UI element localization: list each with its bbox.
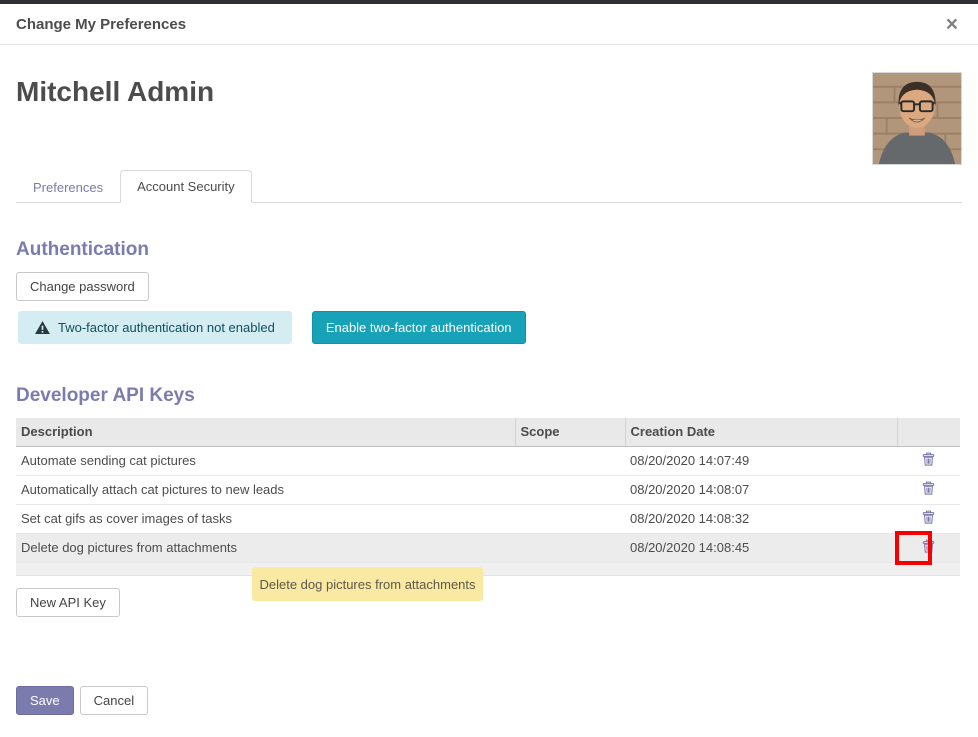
delete-key-button[interactable] <box>918 508 939 529</box>
table-header-row: Description Scope Creation Date <box>16 418 960 446</box>
page-title: Mitchell Admin <box>16 76 962 108</box>
enable-twofa-button[interactable]: Enable two-factor authentication <box>312 311 526 344</box>
cell-description: Set cat gifs as cover images of tasks <box>16 504 515 533</box>
modal-body: Mitchell Admin Preferences Account Secur… <box>0 76 978 715</box>
api-key-row[interactable]: Set cat gifs as cover images of tasks 08… <box>16 504 960 533</box>
cell-description: Automate sending cat pictures <box>16 446 515 475</box>
table-filler-row <box>16 562 960 575</box>
column-header-creation-date[interactable]: Creation Date <box>625 418 897 446</box>
modal-title: Change My Preferences <box>16 16 186 33</box>
cell-scope <box>515 504 625 533</box>
cell-description: Delete dog pictures from attachments <box>16 533 515 562</box>
cell-description: Automatically attach cat pictures to new… <box>16 475 515 504</box>
save-button[interactable]: Save <box>16 686 74 715</box>
change-password-button[interactable]: Change password <box>16 272 149 301</box>
column-header-actions <box>897 418 960 446</box>
cell-creation-date: 08/20/2020 14:07:49 <box>625 446 897 475</box>
twofa-status-alert: Two-factor authentication not enabled <box>18 311 292 344</box>
trash-icon <box>922 539 935 553</box>
cancel-button[interactable]: Cancel <box>80 686 148 715</box>
api-key-row[interactable]: Automatically attach cat pictures to new… <box>16 475 960 504</box>
api-key-row[interactable]: Delete dog pictures from attachments 08/… <box>16 533 960 562</box>
avatar-illustration <box>873 73 961 164</box>
tab-account-security-label: Account Security <box>137 179 235 194</box>
modal-header: Change My Preferences × <box>0 4 978 45</box>
cell-scope <box>515 446 625 475</box>
trash-icon <box>922 481 935 495</box>
trash-icon <box>922 510 935 524</box>
close-icon: × <box>946 13 958 36</box>
authentication-heading: Authentication <box>16 239 962 261</box>
new-api-key-button[interactable]: New API Key <box>16 588 120 617</box>
tooltip: Delete dog pictures from attachments <box>252 567 483 601</box>
delete-key-button[interactable] <box>918 537 939 558</box>
cell-creation-date: 08/20/2020 14:08:32 <box>625 504 897 533</box>
preferences-dialog: Change My Preferences × <box>0 0 978 737</box>
column-header-scope[interactable]: Scope <box>515 418 625 446</box>
save-label: Save <box>30 693 60 708</box>
tooltip-text: Delete dog pictures from attachments <box>259 577 475 592</box>
user-avatar <box>872 72 962 165</box>
twofa-row: Two-factor authentication not enabled En… <box>16 311 962 344</box>
tab-preferences[interactable]: Preferences <box>16 170 120 203</box>
change-password-label: Change password <box>30 279 135 294</box>
cell-scope <box>515 475 625 504</box>
tab-account-security[interactable]: Account Security <box>120 170 252 203</box>
twofa-alert-text: Two-factor authentication not enabled <box>58 320 275 335</box>
api-keys-table: Description Scope Creation Date Automate… <box>16 418 960 576</box>
tab-bar: Preferences Account Security <box>16 170 962 203</box>
cancel-label: Cancel <box>94 693 134 708</box>
warning-icon <box>35 321 50 334</box>
close-button[interactable]: × <box>942 14 962 35</box>
column-header-description[interactable]: Description <box>16 418 515 446</box>
cell-scope <box>515 533 625 562</box>
api-keys-heading: Developer API Keys <box>16 385 962 407</box>
delete-key-button[interactable] <box>918 479 939 500</box>
tab-preferences-label: Preferences <box>33 180 103 195</box>
cell-creation-date: 08/20/2020 14:08:45 <box>625 533 897 562</box>
dialog-footer: Save Cancel <box>16 686 962 715</box>
trash-icon <box>922 452 935 466</box>
new-api-key-label: New API Key <box>30 595 106 610</box>
enable-twofa-label: Enable two-factor authentication <box>326 320 512 335</box>
api-key-row[interactable]: Automate sending cat pictures 08/20/2020… <box>16 446 960 475</box>
cell-creation-date: 08/20/2020 14:08:07 <box>625 475 897 504</box>
delete-key-button[interactable] <box>918 450 939 471</box>
